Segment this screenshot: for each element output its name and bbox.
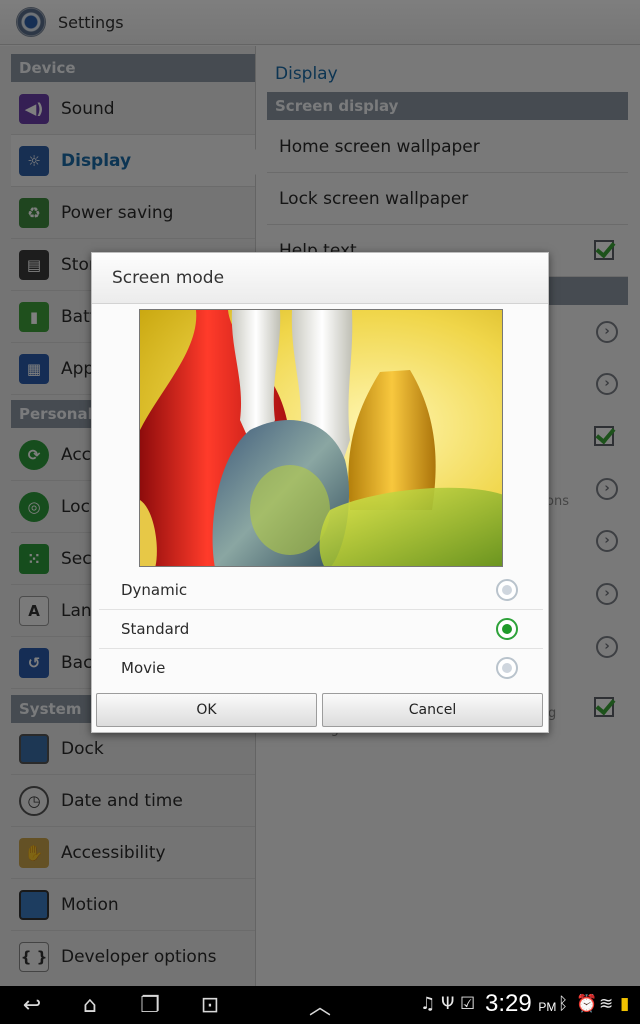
option-label: Movie	[121, 659, 166, 677]
status-clock: 3:29 PM	[485, 990, 556, 1018]
radio-dynamic[interactable]	[496, 579, 518, 601]
clipboard-check-icon: ☑	[460, 994, 476, 1014]
usb-icon: Ψ	[441, 994, 455, 1014]
back-icon[interactable]: ↩	[14, 990, 50, 1020]
battery-icon: ▮	[620, 994, 630, 1014]
cancel-button[interactable]: Cancel	[322, 693, 543, 727]
radio-standard[interactable]	[496, 618, 518, 640]
screen-mode-option-standard[interactable]: Standard	[99, 610, 543, 649]
system-navigation-bar: ↩ ⌂ ❐ ⊡ ︿ ♫ Ψ ☑ 3:29 PM ᛒ ⏰ ≋ ▮	[0, 986, 640, 1024]
ok-button[interactable]: OK	[96, 693, 317, 727]
option-label: Dynamic	[121, 581, 188, 599]
clock-time: 3:29	[485, 990, 532, 1017]
wifi-icon: ≋	[599, 994, 614, 1014]
up-caret-icon[interactable]: ︿	[302, 990, 338, 1020]
option-label: Standard	[121, 620, 190, 638]
radio-movie[interactable]	[496, 657, 518, 679]
screen-mode-preview-image	[139, 309, 503, 567]
recent-apps-icon[interactable]: ❐	[132, 990, 168, 1020]
screen-mode-option-dynamic[interactable]: Dynamic	[99, 571, 543, 610]
alarm-icon: ⏰	[576, 994, 598, 1014]
clock-ampm: PM	[538, 1000, 557, 1014]
screenshot-icon[interactable]: ⊡	[192, 990, 228, 1020]
bluetooth-icon: ᛒ	[558, 994, 569, 1014]
screen-mode-option-movie[interactable]: Movie	[99, 649, 543, 688]
screen-mode-dialog: Screen mode Dynamic Standard Movie OK Ca…	[91, 252, 549, 733]
home-icon[interactable]: ⌂	[72, 990, 108, 1020]
dialog-title: Screen mode	[92, 253, 548, 304]
music-icon: ♫	[420, 994, 436, 1014]
